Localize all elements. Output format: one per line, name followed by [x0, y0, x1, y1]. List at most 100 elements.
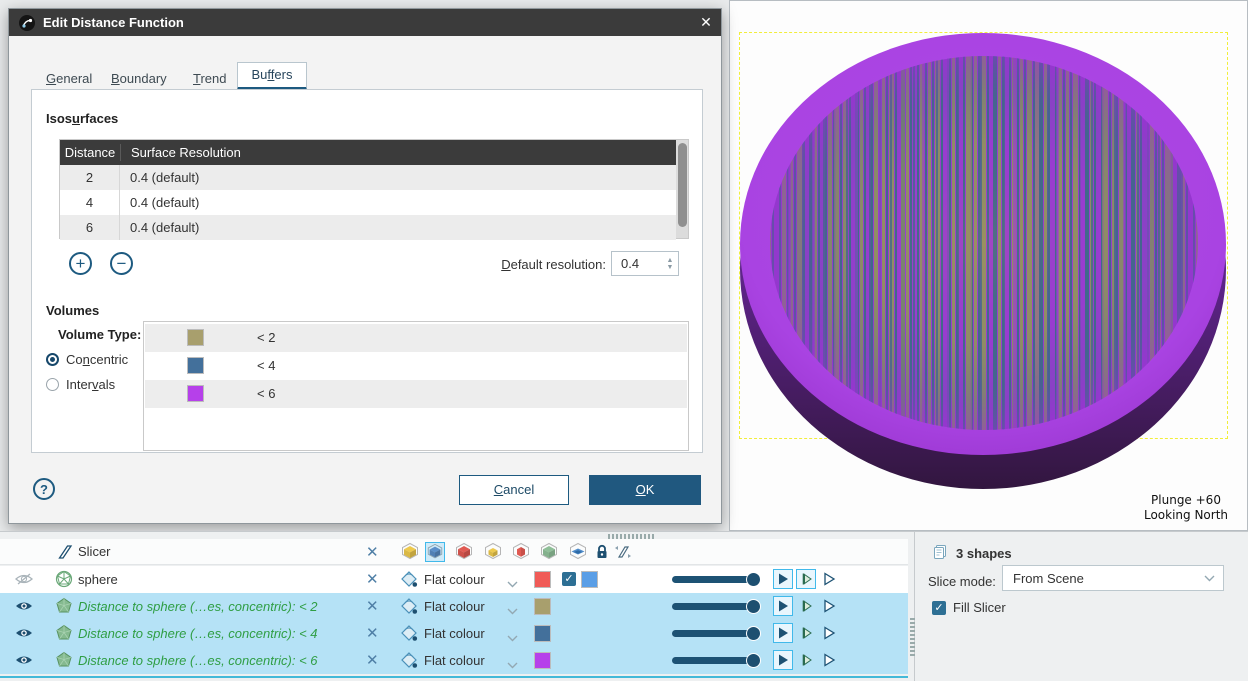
opacity-slider[interactable]: [672, 575, 758, 584]
table-row[interactable]: 4 0.4 (default): [60, 190, 676, 215]
slicer-tool-icon[interactable]: [613, 542, 633, 562]
lock-slicer-icon[interactable]: [592, 542, 612, 562]
play-outline-icon[interactable]: [819, 569, 839, 589]
opacity-slider[interactable]: [672, 602, 758, 611]
slice-mode-active-icon[interactable]: [425, 542, 445, 562]
shape-color-swatch[interactable]: [534, 571, 551, 588]
volumes-list[interactable]: < 2 < 4 < 6: [143, 321, 689, 451]
close-icon[interactable]: ✕: [691, 14, 721, 31]
radio-concentric[interactable]: Concentric: [46, 352, 128, 367]
play-outline-icon[interactable]: [819, 596, 839, 616]
play-half-icon[interactable]: [796, 650, 816, 670]
scene-viewport[interactable]: Plunge +60 Looking North: [729, 0, 1248, 531]
distance-buffer-disc: [730, 1, 1248, 532]
fill-slicer-checkbox[interactable]: ✓: [932, 601, 946, 615]
chevron-down-icon[interactable]: [507, 576, 518, 591]
play-half-icon[interactable]: [796, 569, 816, 589]
add-isosurface-button[interactable]: +: [69, 252, 92, 275]
renderer-select-label[interactable]: Flat colour: [424, 572, 485, 587]
remove-shape-icon[interactable]: ✕: [366, 570, 379, 588]
ok-button[interactable]: OK: [589, 475, 701, 505]
help-button[interactable]: ?: [33, 478, 55, 500]
remove-shape-icon[interactable]: ✕: [366, 651, 379, 669]
chevron-down-icon[interactable]: [507, 603, 518, 618]
shape-color-swatch-2[interactable]: [581, 571, 598, 588]
scene-row-distance-lt2[interactable]: Distance to sphere (…es, concentric): < …: [0, 593, 908, 620]
radio-selected-icon[interactable]: [46, 353, 59, 366]
tab-buffers[interactable]: Buffers: [237, 62, 307, 90]
isosurfaces-table-header: Distance Surface Resolution: [60, 140, 688, 165]
table-row[interactable]: 2 0.4 (default): [60, 165, 676, 190]
remove-slicer-icon[interactable]: ✕: [366, 543, 379, 561]
isosurfaces-table[interactable]: Distance Surface Resolution 2 0.4 (defau…: [59, 139, 689, 239]
remove-isosurface-button[interactable]: −: [110, 252, 133, 275]
shapes-stack-icon: [932, 544, 948, 563]
two-colour-checkbox[interactable]: ✓: [562, 572, 576, 586]
volume-color-swatch[interactable]: [187, 357, 204, 374]
play-half-icon[interactable]: [796, 623, 816, 643]
default-resolution-spinner[interactable]: 0.4 ▲▼: [611, 251, 679, 276]
tab-trend[interactable]: Trend: [193, 71, 227, 90]
renderer-select-label[interactable]: Flat colour: [424, 653, 485, 668]
renderer-select-label[interactable]: Flat colour: [424, 599, 485, 614]
table-scrollbar[interactable]: [676, 140, 688, 238]
play-filled-icon[interactable]: [773, 623, 793, 643]
scene-row-distance-lt4[interactable]: Distance to sphere (…es, concentric): < …: [0, 620, 908, 647]
renderer-select-label[interactable]: Flat colour: [424, 626, 485, 641]
default-resolution-value[interactable]: 0.4: [612, 256, 662, 271]
slider-handle[interactable]: [746, 653, 761, 668]
opacity-slider[interactable]: [672, 629, 758, 638]
opacity-slider[interactable]: [672, 656, 758, 665]
spinner-arrows-icon[interactable]: ▲▼: [662, 257, 678, 271]
isosurfaces-section-label: Isosurfaces: [46, 111, 118, 126]
play-filled-icon[interactable]: [773, 650, 793, 670]
volume-row[interactable]: < 2: [145, 324, 687, 352]
scene-row-sphere[interactable]: sphere ✕ Flat colour ✓: [0, 566, 908, 593]
remove-shape-icon[interactable]: ✕: [366, 624, 379, 642]
slice-interior-icon[interactable]: [539, 542, 559, 562]
fill-slicer-option[interactable]: ✓ Fill Slicer: [932, 600, 1006, 615]
radio-unselected-icon[interactable]: [46, 378, 59, 391]
visibility-off-icon[interactable]: [14, 572, 34, 589]
distance-function-icon: [19, 15, 35, 31]
visibility-on-icon[interactable]: [14, 653, 34, 670]
shape-color-swatch[interactable]: [534, 598, 551, 615]
tab-general[interactable]: General: [46, 71, 92, 90]
chevron-down-icon[interactable]: [507, 657, 518, 672]
volume-color-swatch[interactable]: [187, 385, 204, 402]
visibility-on-icon[interactable]: [14, 626, 34, 643]
slice-mode-dropdown[interactable]: From Scene: [1002, 565, 1224, 591]
play-filled-icon[interactable]: [773, 596, 793, 616]
play-outline-icon[interactable]: [819, 650, 839, 670]
dialog-titlebar[interactable]: Edit Distance Function ✕: [9, 9, 721, 36]
play-outline-icon[interactable]: [819, 623, 839, 643]
slice-mode-value: From Scene: [1003, 571, 1204, 586]
tab-boundary[interactable]: Boundary: [111, 71, 167, 90]
cancel-button[interactable]: Cancel: [459, 475, 569, 505]
panel-divider-grip[interactable]: [910, 618, 915, 656]
slider-handle[interactable]: [746, 626, 761, 641]
visibility-on-icon[interactable]: [14, 599, 34, 616]
chevron-down-icon[interactable]: [507, 630, 518, 645]
shape-color-swatch[interactable]: [534, 625, 551, 642]
shape-color-swatch[interactable]: [534, 652, 551, 669]
slice-thickness-icon[interactable]: [511, 542, 531, 562]
scrollbar-thumb[interactable]: [678, 143, 687, 227]
slice-plane-icon[interactable]: [568, 542, 588, 562]
slider-handle[interactable]: [746, 599, 761, 614]
volume-color-swatch[interactable]: [187, 329, 204, 346]
radio-intervals[interactable]: Intervals: [46, 377, 115, 392]
slice-mode-remove-front-icon[interactable]: [454, 542, 474, 562]
slider-handle[interactable]: [746, 572, 761, 587]
scene-row-distance-lt6[interactable]: Distance to sphere (…es, concentric): < …: [0, 647, 908, 674]
play-filled-icon[interactable]: [773, 569, 793, 589]
volume-row[interactable]: < 6: [145, 380, 687, 408]
remove-shape-icon[interactable]: ✕: [366, 597, 379, 615]
plunge-label: Plunge +60: [1131, 493, 1241, 508]
play-half-icon[interactable]: [796, 596, 816, 616]
slicer-header-row[interactable]: Slicer ✕: [0, 539, 908, 565]
slice-mode-none-icon[interactable]: [400, 542, 420, 562]
slice-mode-remove-back-icon[interactable]: [483, 542, 503, 562]
volume-row[interactable]: < 4: [145, 352, 687, 380]
table-row[interactable]: 6 0.4 (default): [60, 215, 676, 240]
